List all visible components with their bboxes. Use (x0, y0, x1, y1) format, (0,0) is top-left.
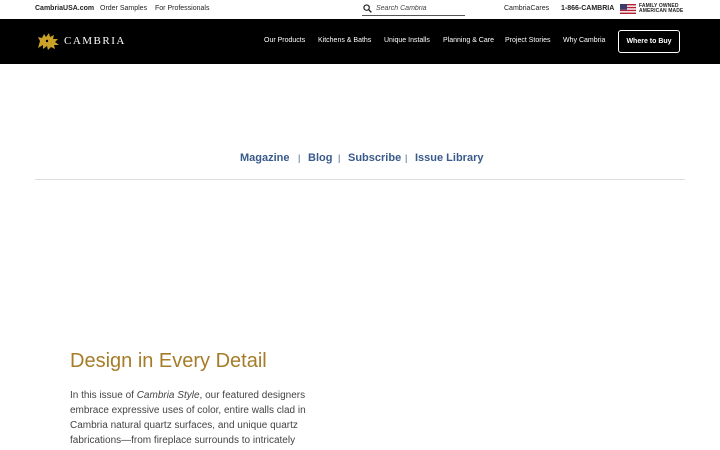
for-professionals-link[interactable]: For Professionals (155, 5, 209, 12)
sub-nav-subscribe[interactable]: Subscribe (348, 152, 401, 164)
sub-nav-magazine[interactable]: Magazine (240, 152, 290, 164)
order-samples-link[interactable]: Order Samples (100, 5, 147, 12)
search-icon[interactable] (363, 4, 372, 13)
family-owned-text: FAMILY OWNED AMERICAN MADE (639, 4, 683, 14)
search-box[interactable] (362, 2, 465, 16)
hero-title: Design in Every Detail (70, 350, 267, 372)
phone-link[interactable]: 1-866-CAMBRIA (561, 5, 614, 12)
cambria-logo[interactable]: CAMBRIA (35, 30, 126, 52)
logo-text: CAMBRIA (64, 35, 126, 47)
nav-planning-care[interactable]: Planning & Care (443, 37, 494, 44)
nav-our-products[interactable]: Our Products (264, 37, 305, 44)
hero-body-italic: Cambria Style (136, 390, 200, 401)
sub-nav-issue-library[interactable]: Issue Library (415, 152, 483, 164)
hero-body-prefix: In this issue of (70, 390, 137, 401)
sub-nav-separator: | (298, 153, 301, 163)
nav-kitchens-baths[interactable]: Kitchens & Baths (318, 37, 371, 44)
hero-body: In this issue of Cambria Style, our feat… (70, 388, 320, 448)
nav-why-cambria[interactable]: Why Cambria (563, 37, 605, 44)
us-flag-icon (620, 4, 636, 14)
utility-bar: CambriaUSA.com Order Samples For Profess… (0, 0, 720, 19)
sub-nav-separator: | (405, 153, 408, 163)
family-owned-badge: FAMILY OWNED AMERICAN MADE (620, 4, 683, 14)
nav-project-stories[interactable]: Project Stories (505, 37, 551, 44)
search-input[interactable] (376, 3, 464, 14)
where-to-buy-button[interactable]: Where to Buy (618, 30, 680, 53)
main-nav: CAMBRIA Our Products Kitchens & Baths Un… (0, 19, 720, 64)
magazine-sub-nav: Magazine | Blog | Subscribe | Issue Libr… (0, 152, 720, 168)
family-owned-line2: AMERICAN MADE (639, 8, 684, 14)
nav-unique-installs[interactable]: Unique Installs (384, 37, 430, 44)
lion-logo-icon (38, 33, 59, 50)
sub-nav-blog[interactable]: Blog (308, 152, 332, 164)
cambria-usa-link[interactable]: CambriaUSA.com (35, 5, 94, 12)
cambria-cares-link[interactable]: CambriaCares (504, 5, 549, 12)
section-divider (35, 179, 685, 180)
sub-nav-separator: | (338, 153, 341, 163)
